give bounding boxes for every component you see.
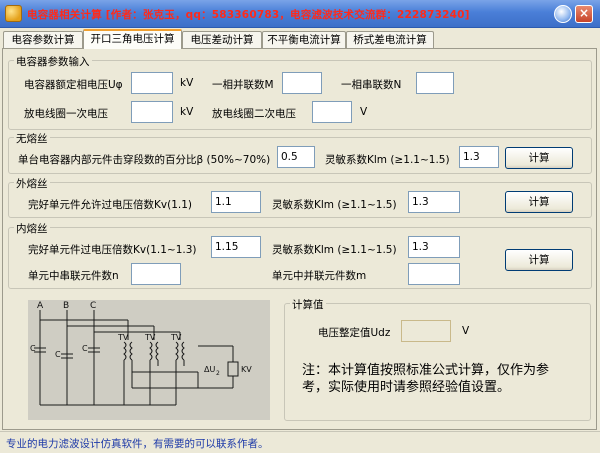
voltage-setting-unit: V [462,325,470,337]
voltage-setting-output [401,320,451,342]
tab-bridge-current[interactable]: 桥式差电流计算 [346,31,434,48]
primary-voltage-input[interactable] [131,101,173,123]
window-title: 电容器相关计算 [作者：张克玉，qq：583360783，电容滤波技术交流群：2… [27,9,470,21]
sensitivity-input[interactable] [408,236,460,258]
delta-u-subscript: 2 [216,370,220,377]
group-legend: 内熔丝 [14,221,50,236]
sensitivity-label: 灵敏系数Klm (≥1.1~1.5) [272,199,397,211]
breakdown-percent-label: 单台电容器内部元件击穿段数的百分比β (50%~70%) [18,154,271,166]
group-legend: 电容器参数输入 [14,54,92,69]
calc-button-external-fuse[interactable]: 计算 [505,191,573,213]
primary-voltage-unit: kV [180,106,194,118]
parallel-elements-label: 单元中并联元件数m [272,270,367,282]
tv-label: TV [117,333,129,342]
rated-voltage-label: 电容器额定相电压Uφ [24,79,123,91]
capacitor-label: C [30,344,36,353]
tab-voltage-differential[interactable]: 电压差动计算 [182,31,262,48]
group-legend: 外熔丝 [14,176,50,191]
tab-capacitor-params[interactable]: 电容参数计算 [3,31,83,48]
close-button[interactable]: × [575,5,593,23]
app-icon [5,5,22,22]
phase-c-label: C [90,301,96,311]
tv-label: TV [170,333,182,342]
rated-voltage-input[interactable] [131,72,173,94]
voltage-setting-label: 电压整定值Udz [318,327,391,339]
series-elements-input[interactable] [131,263,181,285]
sensitivity-label: 灵敏系数Klm (≥1.1~1.5) [325,154,450,166]
delta-u-label: ΔU [204,365,215,374]
group-legend: 计算值 [290,297,326,312]
secondary-voltage-input[interactable] [312,101,352,123]
group-legend: 无熔丝 [14,131,50,146]
overvoltage-factor-label: 完好单元件过电压倍数Kv(1.1~1.3) [28,244,197,256]
series-count-label: 一相串联数N [341,79,402,91]
tv-label: TV [144,333,156,342]
sensitivity-label: 灵敏系数Klm (≥1.1~1.5) [272,244,397,256]
overvoltage-factor-input[interactable] [211,191,261,213]
status-bar: 专业的电力滤波设计仿真软件，有需要的可以联系作者。 [0,431,600,453]
parallel-count-label: 一相并联数M [212,79,274,91]
capacitor-label: C [82,344,88,353]
series-elements-label: 单元中串联元件数n [28,270,119,282]
sensitivity-input[interactable] [459,146,499,168]
secondary-voltage-label: 放电线圈二次电压 [212,108,296,120]
status-text: 专业的电力滤波设计仿真软件，有需要的可以联系作者。 [6,438,269,450]
sensitivity-input[interactable] [408,191,460,213]
parallel-elements-input[interactable] [408,263,460,285]
phase-b-label: B [63,301,69,311]
settings-icon[interactable] [554,5,572,23]
overvoltage-factor-input[interactable] [211,236,261,258]
title-bar: 电容器相关计算 [作者：张克玉，qq：583360783，电容滤波技术交流群：2… [0,0,600,28]
capacitor-label: C [55,350,61,359]
tab-unbalanced-current[interactable]: 不平衡电流计算 [262,31,346,48]
tab-open-delta-voltage[interactable]: 开口三角电压计算 [83,29,182,49]
open-delta-circuit-diagram: A B C C C C TV TV TV ΔU 2 KV [28,300,270,420]
parallel-count-input[interactable] [282,72,322,94]
rated-voltage-unit: kV [180,77,194,89]
overvoltage-factor-label: 完好单元件允许过电压倍数Kv(1.1) [28,199,192,211]
secondary-voltage-unit: V [360,106,368,118]
calc-button-internal-fuse[interactable]: 计算 [505,249,573,271]
kv-relay-label: KV [241,365,252,374]
breakdown-percent-input[interactable] [277,146,315,168]
primary-voltage-label: 放电线圈一次电压 [24,108,108,120]
phase-a-label: A [37,301,44,311]
calc-button-no-fuse[interactable]: 计算 [505,147,573,169]
note-text: 注：本计算值按照标准公式计算，仅作为参考，实际使用时请参照经验值设置。 [302,363,550,395]
series-count-input[interactable] [416,72,454,94]
